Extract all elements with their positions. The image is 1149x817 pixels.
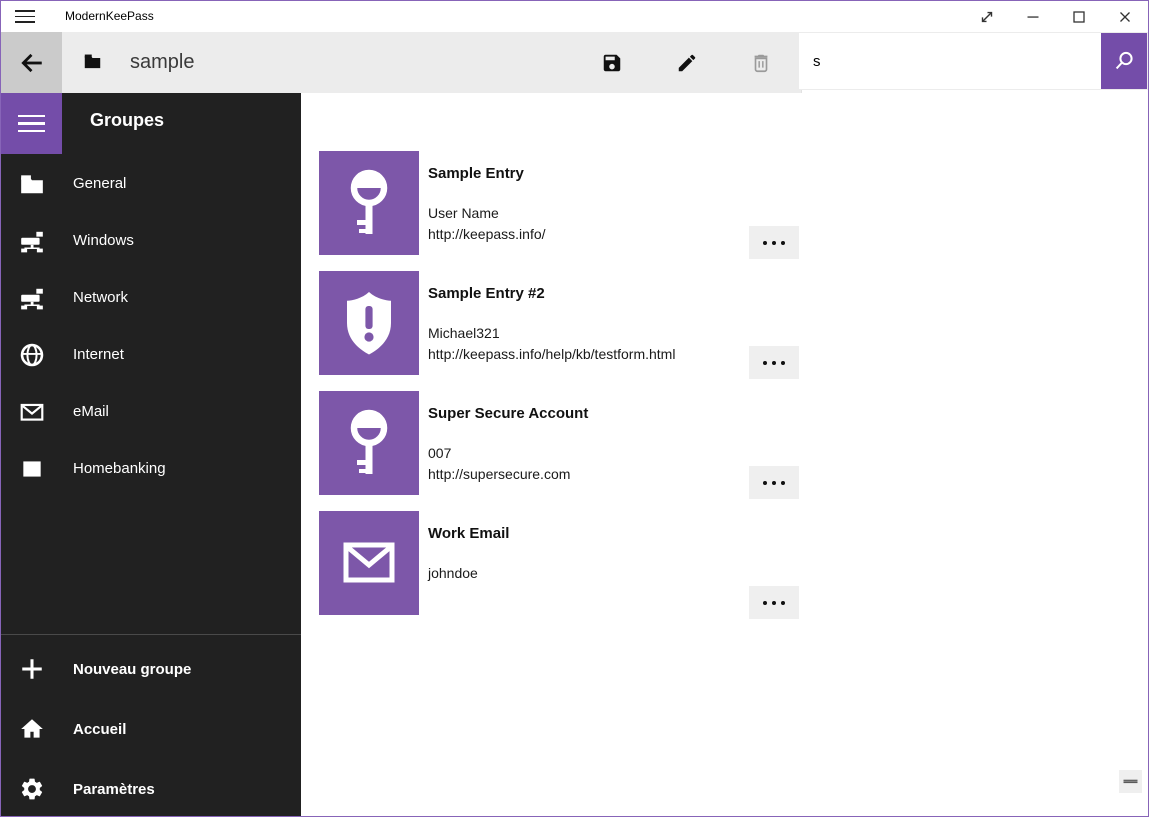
sidebar-actions: Nouveau groupe Accueil Paramètres xyxy=(1,639,301,817)
entry-row-work-email[interactable]: Work Email johndoe xyxy=(319,511,819,621)
ellipsis-icon xyxy=(763,481,767,485)
ellipsis-icon xyxy=(763,241,767,245)
minimize-button[interactable] xyxy=(1010,1,1056,32)
entry-tile[interactable] xyxy=(319,391,419,495)
entry-username: User Name xyxy=(428,203,546,224)
close-button[interactable] xyxy=(1102,1,1148,32)
appbar: sample xyxy=(1,32,1148,93)
system-menu-icon[interactable] xyxy=(15,8,35,25)
sidebar-item-label: Accueil xyxy=(73,721,126,738)
sidebar-item-email[interactable]: eMail xyxy=(1,383,301,440)
sidebar-item-label: eMail xyxy=(73,403,109,420)
more-options-button[interactable] xyxy=(749,466,799,499)
entry-title: Super Secure Account xyxy=(428,405,588,422)
sidebar-item-network[interactable]: Network xyxy=(1,269,301,326)
minimize-icon xyxy=(1024,8,1042,26)
sidebar: Groupes General Windows Network xyxy=(1,93,301,816)
entry-details: Michael321 http://keepass.info/help/kb/t… xyxy=(428,323,675,365)
close-icon xyxy=(1116,8,1134,26)
fullscreen-button[interactable] xyxy=(964,1,1010,32)
sidebar-item-windows[interactable]: Windows xyxy=(1,212,301,269)
entry-username: 007 xyxy=(428,443,570,464)
sidebar-item-new-group[interactable]: Nouveau groupe xyxy=(1,639,301,699)
pencil-icon xyxy=(676,52,698,74)
entry-url: http://keepass.info/ xyxy=(428,224,546,245)
window-title: ModernKeePass xyxy=(65,1,154,32)
network-icon xyxy=(19,228,45,254)
back-button[interactable] xyxy=(1,32,62,93)
entry-tile[interactable] xyxy=(319,151,419,255)
network-icon xyxy=(19,285,45,311)
entry-details: 007 http://supersecure.com xyxy=(428,443,570,485)
save-button[interactable] xyxy=(588,40,636,86)
sidebar-item-settings[interactable]: Paramètres xyxy=(1,759,301,817)
edit-button[interactable] xyxy=(663,40,711,86)
diagonal-resize-icon xyxy=(978,8,996,26)
key-icon xyxy=(319,391,419,495)
entry-username: Michael321 xyxy=(428,323,675,344)
envelope-icon xyxy=(19,399,45,425)
ellipsis-icon xyxy=(763,361,767,365)
titlebar: ModernKeePass xyxy=(1,1,1148,32)
entry-username: johndoe xyxy=(428,563,478,584)
folder-icon xyxy=(19,171,45,197)
search-input[interactable] xyxy=(799,33,1101,89)
entry-tile[interactable] xyxy=(319,511,419,615)
sidebar-divider xyxy=(1,634,301,635)
entry-row-sample-entry-2[interactable]: Sample Entry #2 Michael321 http://keepas… xyxy=(319,271,819,381)
database-folder-icon xyxy=(83,53,102,75)
entry-title: Sample Entry #2 xyxy=(428,285,545,302)
sidebar-item-label: Windows xyxy=(73,232,134,249)
more-options-button[interactable] xyxy=(749,586,799,619)
entry-details: User Name http://keepass.info/ xyxy=(428,203,546,245)
maximize-icon xyxy=(1070,8,1088,26)
gear-icon xyxy=(19,776,45,802)
entry-tile[interactable] xyxy=(319,271,419,375)
search-button[interactable] xyxy=(1101,33,1147,89)
window-controls xyxy=(964,1,1148,32)
sidebar-item-label: General xyxy=(73,175,126,192)
sidebar-item-homebanking[interactable]: Homebanking xyxy=(1,440,301,497)
delete-button[interactable] xyxy=(737,40,785,86)
more-options-button[interactable] xyxy=(749,346,799,379)
shield-exclamation-icon xyxy=(319,271,419,375)
entry-title: Work Email xyxy=(428,525,509,542)
search-icon xyxy=(1112,49,1136,73)
group-list: General Windows Network Internet xyxy=(1,155,301,497)
maximize-button[interactable] xyxy=(1056,1,1102,32)
square-icon xyxy=(19,456,45,482)
sidebar-item-label: Homebanking xyxy=(73,460,166,477)
sidebar-item-general[interactable]: General xyxy=(1,155,301,212)
more-options-button[interactable] xyxy=(749,226,799,259)
ellipsis-icon xyxy=(763,601,767,605)
minus-icon xyxy=(1123,774,1138,789)
entry-row-sample-entry[interactable]: Sample Entry User Name http://keepass.in… xyxy=(319,151,819,261)
plus-icon xyxy=(19,656,45,682)
entry-details: johndoe xyxy=(428,563,478,584)
sidebar-header: Groupes xyxy=(90,110,164,131)
sidebar-item-label: Nouveau groupe xyxy=(73,661,191,678)
envelope-icon xyxy=(319,511,419,615)
save-icon xyxy=(601,52,623,74)
sidebar-item-label: Paramètres xyxy=(73,781,155,798)
home-icon xyxy=(19,716,45,742)
sidebar-item-label: Network xyxy=(73,289,128,306)
database-name: sample xyxy=(130,32,194,93)
entry-url: http://supersecure.com xyxy=(428,464,570,485)
back-arrow-icon xyxy=(19,50,45,76)
app-window: ModernKeePass xyxy=(0,0,1149,817)
entry-row-super-secure-account[interactable]: Super Secure Account 007 http://supersec… xyxy=(319,391,819,501)
sidebar-item-home[interactable]: Accueil xyxy=(1,699,301,759)
entry-list: Sample Entry User Name http://keepass.in… xyxy=(301,93,1148,816)
semantic-zoom-out-button[interactable] xyxy=(1119,770,1142,793)
trash-icon xyxy=(750,52,772,74)
sidebar-item-label: Internet xyxy=(73,346,124,363)
entry-title: Sample Entry xyxy=(428,165,524,182)
hamburger-button[interactable] xyxy=(1,93,62,154)
globe-icon xyxy=(19,342,45,368)
key-icon xyxy=(319,151,419,255)
sidebar-item-internet[interactable]: Internet xyxy=(1,326,301,383)
entry-url: http://keepass.info/help/kb/testform.htm… xyxy=(428,344,675,365)
